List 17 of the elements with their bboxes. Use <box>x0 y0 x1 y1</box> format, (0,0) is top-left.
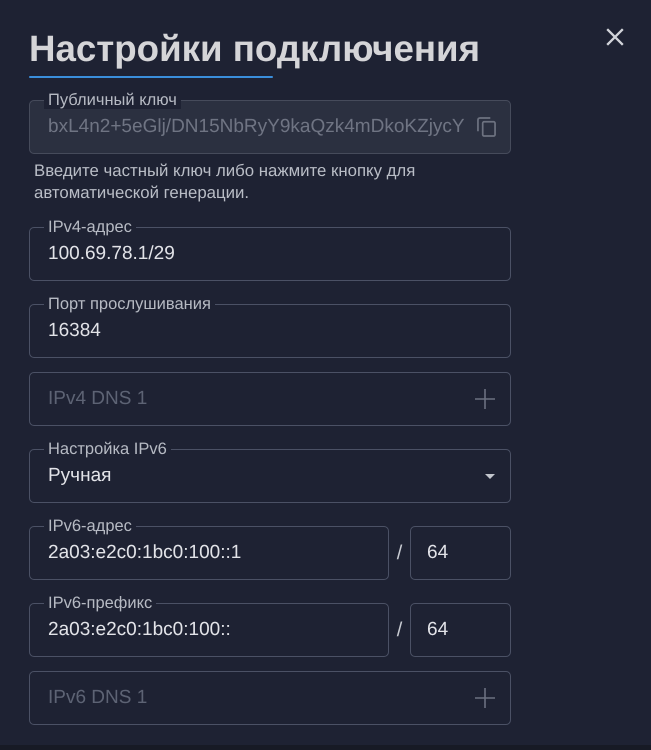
close-button[interactable] <box>606 28 624 46</box>
dropdown[interactable]: Настройка IPv6 Ручная <box>29 440 511 503</box>
prefix-length-field[interactable]: 64 <box>410 526 511 580</box>
plus-icon[interactable] <box>475 688 495 708</box>
helper-text: Введите частный ключ либо нажмите кнопку для автоматической генерации. <box>34 160 416 204</box>
dialog-title: Настройки подключения <box>29 27 480 71</box>
close-icon <box>606 28 624 46</box>
slash-separator: / <box>396 618 404 643</box>
text-field[interactable]: IPv4-адрес 100.69.78.1/29 <box>29 218 511 281</box>
slash-separator: / <box>396 541 404 566</box>
plus-icon[interactable] <box>475 389 495 409</box>
caret-icon <box>485 474 495 478</box>
field-label: Публичный ключ <box>44 91 181 109</box>
address-field[interactable]: IPv6-префикс 2a03:e2c0:1bc0:100:: <box>29 594 389 657</box>
address-field[interactable]: IPv6-адрес 2a03:e2c0:1bc0:100::1 <box>29 517 389 580</box>
text-field[interactable]: Порт прослушивания 16384 <box>29 295 511 358</box>
prefix-length-field[interactable]: 64 <box>410 603 511 657</box>
